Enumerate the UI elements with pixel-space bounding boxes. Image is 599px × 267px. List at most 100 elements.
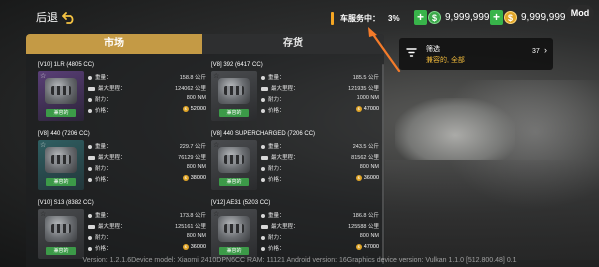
torque-value: 800 NM — [359, 164, 379, 170]
add-green-currency-button[interactable]: + — [414, 10, 427, 25]
filter-icon — [406, 48, 417, 57]
filter-value: 兼容的, 全部 — [426, 57, 465, 64]
weight-value: 158.8 公斤 — [179, 75, 206, 81]
engine-image: ☆ 兼容的 — [211, 71, 257, 121]
engine-title: [V10] 1LR (4805 CC) — [38, 62, 95, 68]
weight-value: 186.8 公斤 — [352, 213, 379, 219]
torque-label-text: 耐力： — [268, 235, 285, 241]
odometer-icon — [261, 224, 268, 229]
mileage-label-text: 最大里程： — [98, 155, 126, 161]
engine-image: ☆ 兼容的 — [38, 140, 84, 190]
weight-icon — [261, 144, 265, 149]
torque-value: 1000 NM — [356, 95, 379, 101]
filter-panel[interactable]: 筛选 兼容的, 全部 37 › — [399, 38, 553, 70]
price-value[interactable]: $36000 — [355, 175, 379, 181]
price-tag-icon — [88, 108, 92, 113]
price-label-text: 价格： — [268, 177, 285, 183]
torque-value: 800 NM — [186, 95, 206, 101]
compatible-badge: 兼容的 — [46, 178, 76, 186]
chevron-right-icon: › — [544, 45, 547, 55]
lightning-icon — [261, 166, 265, 171]
gold-coin-icon: $ — [182, 175, 189, 181]
odometer-icon — [261, 86, 268, 91]
weight-label-text: 重量： — [268, 144, 285, 150]
mileage-label: 最大里程： — [88, 153, 126, 161]
green-currency: + $ 9,999,999 — [414, 9, 490, 26]
compatible-badge: 兼容的 — [219, 247, 249, 255]
weight-icon — [261, 213, 265, 218]
service-value: 3% — [388, 14, 400, 23]
mileage-value: 81562 公里 — [351, 155, 379, 161]
engine-card[interactable]: [V10] 1LR (4805 CC) ☆ 兼容的 重量： 158.8 公斤 最… — [38, 62, 208, 122]
gold-currency-value: 9,999,999 — [521, 12, 566, 23]
engine-title: [V8] 392 (6417 CC) — [211, 62, 263, 68]
mileage-label: 最大里程： — [88, 84, 126, 92]
price-tag-icon — [88, 246, 92, 251]
engine-icon — [45, 216, 77, 242]
price-value[interactable]: $47000 — [355, 244, 379, 250]
weight-label-text: 重量： — [95, 75, 112, 81]
price-value[interactable]: $47000 — [355, 106, 379, 112]
engine-card[interactable]: [V8] 440 (7206 CC) ☆ 兼容的 重量： 229.7 公斤 最大… — [38, 131, 208, 191]
tab-market[interactable]: 市场 — [26, 34, 202, 54]
mod-badge: Mod — [566, 5, 594, 22]
torque-label: 耐力： — [261, 95, 285, 103]
price-amount: 52000 — [190, 106, 206, 112]
price-label: 价格： — [261, 106, 285, 114]
mileage-value: 125161 公里 — [175, 224, 206, 230]
add-gold-currency-button[interactable]: + — [490, 10, 503, 25]
background-floor — [385, 160, 599, 260]
price-label: 价格： — [88, 244, 112, 252]
torque-value: 800 NM — [186, 164, 206, 170]
price-value[interactable]: $38000 — [182, 175, 206, 181]
gold-coin-icon: $ — [504, 11, 517, 24]
engine-card[interactable]: [V8] 392 (6417 CC) ☆ 兼容的 重量： 185.5 公斤 最大… — [211, 62, 381, 122]
price-value[interactable]: $36000 — [182, 244, 206, 250]
weight-label-text: 重量： — [95, 213, 112, 219]
mileage-label-text: 最大里程： — [98, 224, 126, 230]
mileage-label: 最大里程： — [261, 222, 299, 230]
price-amount: 36000 — [190, 244, 206, 250]
gold-currency: + $ 9,999,999 — [490, 9, 566, 26]
mileage-label: 最大里程： — [261, 153, 299, 161]
lightning-icon — [88, 235, 92, 240]
engine-title: [V8] 440 (7206 CC) — [38, 131, 90, 137]
lightning-icon — [88, 166, 92, 171]
gold-coin-icon: $ — [355, 175, 362, 181]
torque-label-text: 耐力： — [95, 166, 112, 172]
mileage-label-text: 最大里程： — [271, 224, 299, 230]
price-label: 价格： — [88, 106, 112, 114]
weight-label: 重量： — [88, 73, 112, 81]
price-tag-icon — [261, 246, 265, 251]
weight-label-text: 重量： — [268, 75, 285, 81]
weight-label: 重量： — [261, 142, 285, 150]
mileage-label: 最大里程： — [261, 84, 299, 92]
torque-label: 耐力： — [261, 164, 285, 172]
weight-value: 229.7 公斤 — [179, 144, 206, 150]
mileage-value: 76129 公里 — [178, 155, 206, 161]
back-button[interactable]: 后退 — [36, 9, 76, 25]
engine-card[interactable]: [V12] AE31 (5203 CC) ☆ 兼容的 重量： 186.8 公斤 … — [211, 200, 381, 260]
mileage-value: 121935 公里 — [348, 86, 379, 92]
engine-card[interactable]: [V10] S13 (8382 CC) ☆ 兼容的 重量： 173.8 公斤 最… — [38, 200, 208, 260]
engine-icon — [45, 78, 77, 104]
mileage-value: 124062 公里 — [175, 86, 206, 92]
engine-card[interactable]: [V8] 440 SUPERCHARGED (7206 CC) ☆ 兼容的 重量… — [211, 131, 381, 191]
weight-value: 173.8 公斤 — [179, 213, 206, 219]
service-label: 车服务中： — [340, 14, 380, 23]
background-car — [395, 98, 515, 160]
compatible-badge: 兼容的 — [219, 109, 249, 117]
price-label: 价格： — [88, 175, 112, 183]
price-amount: 38000 — [190, 175, 206, 181]
tab-stock[interactable]: 存货 — [202, 34, 384, 54]
gold-coin-icon: $ — [182, 106, 189, 112]
weight-label: 重量： — [261, 73, 285, 81]
weight-value: 243.5 公斤 — [352, 144, 379, 150]
price-amount: 47000 — [363, 106, 379, 112]
weight-label: 重量： — [88, 142, 112, 150]
price-value[interactable]: $52000 — [182, 106, 206, 112]
engine-image: ☆ 兼容的 — [38, 209, 84, 259]
torque-value: 800 NM — [186, 233, 206, 239]
mileage-value: 125588 公里 — [348, 224, 379, 230]
scrollbar[interactable] — [382, 64, 384, 264]
